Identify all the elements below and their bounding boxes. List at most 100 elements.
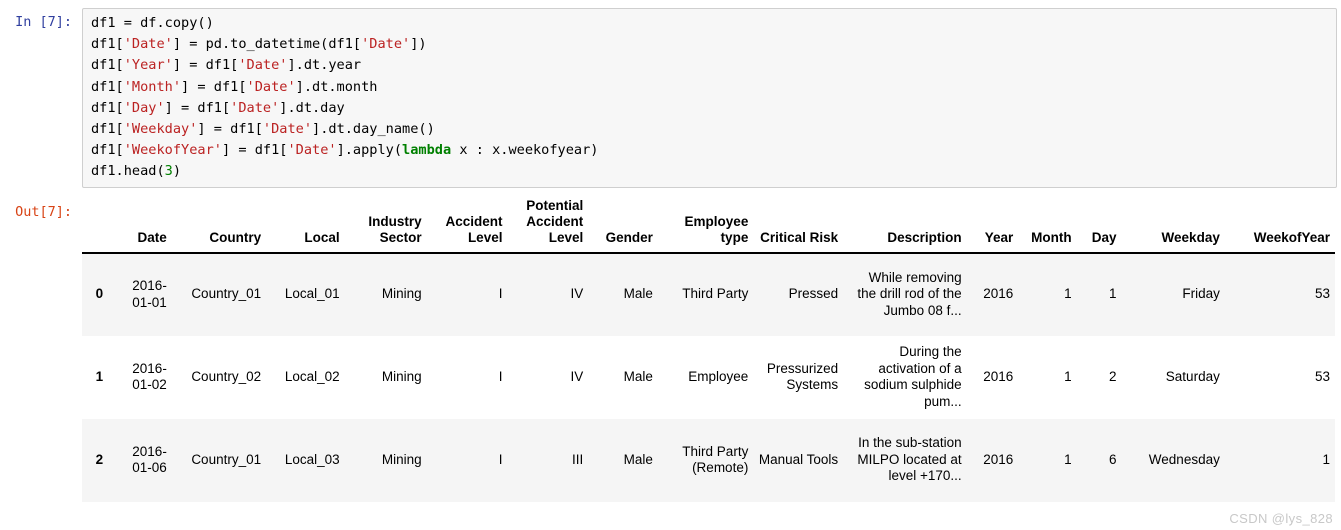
column-header-weekofyear: WeekofYear bbox=[1224, 197, 1335, 254]
column-header-employee-type: Employee type bbox=[657, 197, 754, 254]
table-cell-date: 2016-01-01 bbox=[111, 252, 172, 336]
table-cell-accident-level: I bbox=[426, 252, 508, 336]
table-cell-description: During the activation of a sodium sulphi… bbox=[843, 335, 967, 419]
code-token: df1[ bbox=[91, 121, 124, 138]
column-header-local: Local bbox=[266, 197, 345, 254]
table-row: 0 2016-01-01 Country_01 Local_01 Mining I IV Ma… bbox=[82, 252, 1335, 336]
table-cell-gender: Male bbox=[588, 252, 658, 336]
table-cell-weekofyear: 53 bbox=[1224, 252, 1335, 336]
code-token: 'Day' bbox=[123, 99, 165, 116]
table-cell-country: Country_02 bbox=[171, 335, 267, 419]
table-cell-local: Local_01 bbox=[266, 252, 345, 336]
table-cell-weekday: Saturday bbox=[1121, 335, 1225, 419]
table-cell-description: While removing the drill rod of the Jumb… bbox=[843, 252, 967, 336]
code-token: 'WeekofYear' bbox=[123, 142, 222, 159]
input-cell: In [7]: df1 = df.copy() df1['Date'] = pd… bbox=[0, 0, 1341, 188]
table-cell-month: 1 bbox=[1018, 252, 1077, 336]
table-cell-local: Local_03 bbox=[266, 418, 345, 502]
table-cell-weekofyear: 53 bbox=[1224, 335, 1335, 419]
code-token: ].dt.day bbox=[279, 99, 345, 116]
column-header-accident-level: Accident Level bbox=[426, 197, 508, 254]
dataframe-output: Date Country Local Industry Sector Accident … bbox=[82, 197, 1341, 502]
row-index-cell: 0 bbox=[82, 252, 112, 336]
table-cell-date: 2016-01-02 bbox=[111, 335, 172, 419]
code-token: ) bbox=[172, 163, 182, 180]
table-cell-weekday: Friday bbox=[1121, 252, 1225, 336]
row-index-cell: 1 bbox=[82, 335, 112, 419]
table-cell-local: Local_02 bbox=[266, 335, 345, 419]
column-header-year: Year bbox=[966, 197, 1019, 254]
table-cell-potential-accident-level: IV bbox=[507, 252, 589, 336]
table-cell-country: Country_01 bbox=[171, 252, 267, 336]
code-token: df1.head( bbox=[91, 163, 165, 180]
table-body: 0 2016-01-01 Country_01 Local_01 Mining I IV Ma… bbox=[82, 252, 1335, 502]
code-token: 'Year' bbox=[123, 57, 173, 74]
code-token: ]) bbox=[410, 36, 427, 53]
row-index-cell: 2 bbox=[82, 418, 112, 502]
code-token: ] = df1[ bbox=[181, 78, 247, 95]
table-cell-employee-type: Third Party (Remote) bbox=[657, 418, 754, 502]
code-token: 3 bbox=[164, 163, 173, 180]
code-token: 'Weekday' bbox=[123, 121, 198, 138]
table-cell-industry-sector: Mining bbox=[344, 252, 427, 336]
column-header-month: Month bbox=[1018, 197, 1077, 254]
code-token: ] = pd.to_datetime(df1[ bbox=[172, 36, 362, 53]
code-token: 'Date' bbox=[230, 99, 280, 116]
code-editor[interactable]: df1 = df.copy() df1['Date'] = pd.to_date… bbox=[82, 8, 1337, 188]
table-cell-year: 2016 bbox=[966, 418, 1019, 502]
table-header: Date Country Local Industry Sector Accident … bbox=[82, 197, 1335, 254]
code-token: 'Date' bbox=[361, 36, 411, 53]
dataframe-table: Date Country Local Industry Sector Accident … bbox=[82, 197, 1335, 502]
column-header-critical-risk: Critical Risk bbox=[753, 197, 844, 254]
code-source[interactable]: df1 = df.copy() df1['Date'] = pd.to_date… bbox=[91, 13, 1330, 183]
code-token: ].dt.day_name() bbox=[312, 121, 435, 138]
table-cell-gender: Male bbox=[588, 418, 658, 502]
code-token: ].dt.month bbox=[295, 78, 378, 95]
table-cell-date: 2016-01-06 bbox=[111, 418, 172, 502]
table-cell-day: 6 bbox=[1076, 418, 1122, 502]
table-cell-month: 1 bbox=[1018, 418, 1077, 502]
column-header-country: Country bbox=[171, 197, 267, 254]
table-cell-day: 1 bbox=[1076, 252, 1122, 336]
table-cell-year: 2016 bbox=[966, 252, 1019, 336]
table-cell-critical-risk: Pressurized Systems bbox=[753, 335, 844, 419]
code-token: 'Date' bbox=[287, 142, 337, 159]
code-token: ].apply( bbox=[336, 142, 403, 159]
code-token: ] = df1[ bbox=[164, 99, 231, 116]
table-cell-weekday: Wednesday bbox=[1121, 418, 1225, 502]
code-token: df1[ bbox=[91, 78, 124, 95]
code-token: ] = df1[ bbox=[221, 142, 288, 159]
table-cell-employee-type: Third Party bbox=[657, 252, 754, 336]
table-cell-potential-accident-level: IV bbox=[507, 335, 589, 419]
table-row: 2 2016-01-06 Country_01 Local_03 Mining I III M… bbox=[82, 418, 1335, 502]
table-cell-critical-risk: Pressed bbox=[753, 252, 844, 336]
code-token: 'Month' bbox=[123, 78, 182, 95]
code-token: ] = df1[ bbox=[197, 121, 263, 138]
table-header-row: Date Country Local Industry Sector Accident … bbox=[82, 197, 1335, 254]
column-header-industry-sector: Industry Sector bbox=[344, 197, 427, 254]
code-token: 'Date' bbox=[246, 78, 296, 95]
table-cell-industry-sector: Mining bbox=[344, 418, 427, 502]
table-cell-weekofyear: 1 bbox=[1224, 418, 1335, 502]
column-header-gender: Gender bbox=[588, 197, 658, 254]
table-cell-day: 2 bbox=[1076, 335, 1122, 419]
column-header-potential-accident-level: Potential Accident Level bbox=[507, 197, 589, 254]
column-header-index bbox=[82, 197, 112, 254]
column-header-description: Description bbox=[843, 197, 967, 254]
code-token: df1[ bbox=[91, 142, 124, 159]
output-prompt-label: Out[7]: bbox=[15, 203, 72, 220]
table-cell-year: 2016 bbox=[966, 335, 1019, 419]
code-token: ] = df1[ bbox=[172, 57, 239, 74]
table-cell-industry-sector: Mining bbox=[344, 335, 427, 419]
code-token: ].dt.year bbox=[287, 57, 362, 74]
code-token: 'Date' bbox=[262, 121, 313, 138]
code-token: lambda bbox=[402, 142, 452, 159]
code-token: 'Date' bbox=[123, 36, 173, 53]
code-token: 'Date' bbox=[238, 57, 288, 74]
watermark: CSDN @lys_828 bbox=[1229, 511, 1333, 526]
code-token: df1[ bbox=[91, 99, 124, 116]
table-cell-potential-accident-level: III bbox=[507, 418, 589, 502]
table-cell-accident-level: I bbox=[426, 418, 508, 502]
code-token: df1[ bbox=[91, 57, 124, 74]
column-header-weekday: Weekday bbox=[1121, 197, 1225, 254]
